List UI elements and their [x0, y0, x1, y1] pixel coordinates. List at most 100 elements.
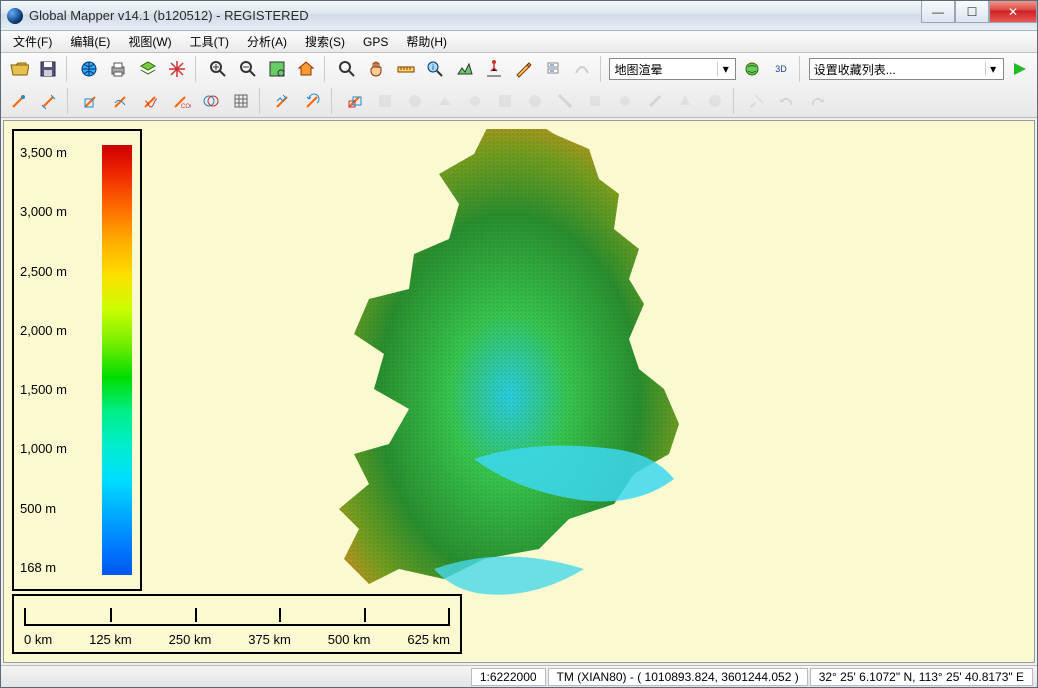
zoom-in-button[interactable]	[205, 55, 232, 83]
elevation-map	[324, 129, 734, 629]
menu-tools[interactable]: 工具(T)	[182, 31, 237, 52]
undo-button	[773, 87, 801, 115]
run-button[interactable]	[1006, 55, 1033, 83]
d-tool-11	[671, 87, 699, 115]
status-scale: 1:6222000	[471, 668, 546, 686]
menu-search[interactable]: 搜索(S)	[297, 31, 353, 52]
d-tool-1	[371, 87, 399, 115]
scalebar-label: 125 km	[89, 632, 132, 647]
digitizer-tool-button[interactable]	[510, 55, 537, 83]
d-tool-13	[743, 87, 771, 115]
info-tool-button[interactable]: i	[422, 55, 449, 83]
cogo-button[interactable]: COGO	[167, 87, 195, 115]
toolbars: i 地图渲晕 ▾ 3D 设置收藏列表... ▾	[1, 53, 1037, 118]
rotate-button[interactable]	[299, 87, 327, 115]
layers-button[interactable]	[134, 55, 161, 83]
legend-tick: 1,000 m	[20, 441, 67, 456]
shader-combo[interactable]: 地图渲晕 ▾	[609, 58, 736, 80]
create-area-button[interactable]	[77, 87, 105, 115]
full-view-button[interactable]	[263, 55, 290, 83]
redo-button	[803, 87, 831, 115]
chevron-down-icon: ▾	[985, 62, 1001, 76]
menu-help[interactable]: 帮助(H)	[398, 31, 455, 52]
map-client: 3,500 m 3,000 m 2,500 m 2,000 m 1,500 m …	[3, 120, 1035, 663]
zoom-tool-button[interactable]	[334, 55, 361, 83]
trace-button[interactable]	[107, 87, 135, 115]
globe-button[interactable]	[76, 55, 103, 83]
app-icon	[7, 8, 23, 24]
maximize-button[interactable]: ☐	[955, 1, 989, 23]
chevron-down-icon: ▾	[717, 62, 733, 76]
shader-combo-label: 地图渲晕	[614, 61, 662, 78]
d-tool-3	[431, 87, 459, 115]
legend-tick: 2,500 m	[20, 264, 67, 279]
legend-tick: 500 m	[20, 501, 67, 516]
svg-text:3D: 3D	[775, 64, 787, 74]
status-projection: TM (XIAN80) - ( 1010893.824, 3601244.052…	[548, 668, 808, 686]
create-point-button[interactable]	[5, 87, 33, 115]
scalebar-labels: 0 km 125 km 250 km 375 km 500 km 625 km	[24, 632, 450, 647]
find-button[interactable]	[539, 55, 566, 83]
d-tool-8	[581, 87, 609, 115]
menu-analysis[interactable]: 分析(A)	[239, 31, 295, 52]
home-button[interactable]	[293, 55, 320, 83]
d-tool-10	[641, 87, 669, 115]
3d-button[interactable]: 3D	[768, 55, 795, 83]
los-tool-button[interactable]	[480, 55, 507, 83]
app-window: Global Mapper v14.1 (b120512) - REGISTER…	[0, 0, 1038, 688]
menu-gps[interactable]: GPS	[355, 33, 396, 51]
profile-tool-button[interactable]	[451, 55, 478, 83]
svg-text:COGO: COGO	[181, 104, 191, 110]
legend-tick: 3,000 m	[20, 204, 67, 219]
legend-tick: 2,000 m	[20, 323, 67, 338]
d-tool-2	[401, 87, 429, 115]
move-button[interactable]	[269, 87, 297, 115]
d-tool-12	[701, 87, 729, 115]
save-button[interactable]	[34, 55, 61, 83]
menu-view[interactable]: 视图(W)	[120, 31, 179, 52]
disabled-tool-1	[568, 55, 595, 83]
scalebar-label: 0 km	[24, 632, 52, 647]
scalebar-label: 500 km	[328, 632, 371, 647]
scalebar: 0 km 125 km 250 km 375 km 500 km 625 km	[12, 594, 462, 654]
print-button[interactable]	[105, 55, 132, 83]
legend-tick: 3,500 m	[20, 145, 67, 160]
config-button[interactable]	[163, 55, 190, 83]
close-button[interactable]: ✕	[989, 1, 1037, 23]
buffer-button[interactable]	[197, 87, 225, 115]
titlebar: Global Mapper v14.1 (b120512) - REGISTER…	[1, 1, 1037, 31]
favorites-combo-label: 设置收藏列表...	[814, 61, 896, 78]
scalebar-label: 375 km	[248, 632, 291, 647]
map-canvas[interactable]: 3,500 m 3,000 m 2,500 m 2,000 m 1,500 m …	[4, 121, 1034, 662]
menu-file[interactable]: 文件(F)	[5, 31, 60, 52]
d-tool-4	[461, 87, 489, 115]
grid-button[interactable]	[227, 87, 255, 115]
elevation-legend: 3,500 m 3,000 m 2,500 m 2,000 m 1,500 m …	[12, 129, 142, 591]
menu-edit[interactable]: 编辑(E)	[62, 31, 118, 52]
favorites-combo[interactable]: 设置收藏列表... ▾	[809, 58, 1004, 80]
svg-text:i: i	[432, 63, 434, 72]
atlas-button[interactable]	[738, 55, 765, 83]
status-latlon: 32° 25' 6.1072" N, 113° 25' 40.8173" E	[810, 668, 1033, 686]
scalebar-line	[24, 608, 450, 626]
toolbar-row-2: COGO	[1, 85, 1037, 117]
legend-tick: 168 m	[20, 560, 67, 575]
open-button[interactable]	[5, 55, 32, 83]
scale-button[interactable]	[341, 87, 369, 115]
d-tool-5	[491, 87, 519, 115]
scalebar-label: 250 km	[169, 632, 212, 647]
window-buttons: — ☐ ✕	[921, 1, 1037, 30]
legend-colorbar	[102, 145, 132, 575]
minimize-button[interactable]: —	[921, 1, 955, 23]
zoom-out-button[interactable]	[234, 55, 261, 83]
measure-tool-button[interactable]	[392, 55, 419, 83]
legend-ticks: 3,500 m 3,000 m 2,500 m 2,000 m 1,500 m …	[20, 145, 67, 575]
d-tool-9	[611, 87, 639, 115]
pan-tool-button[interactable]	[363, 55, 390, 83]
create-line-button[interactable]	[35, 87, 63, 115]
d-tool-7	[551, 87, 579, 115]
d-tool-6	[521, 87, 549, 115]
freehand-button[interactable]	[137, 87, 165, 115]
toolbar-row-1: i 地图渲晕 ▾ 3D 设置收藏列表... ▾	[1, 53, 1037, 85]
legend-tick: 1,500 m	[20, 382, 67, 397]
